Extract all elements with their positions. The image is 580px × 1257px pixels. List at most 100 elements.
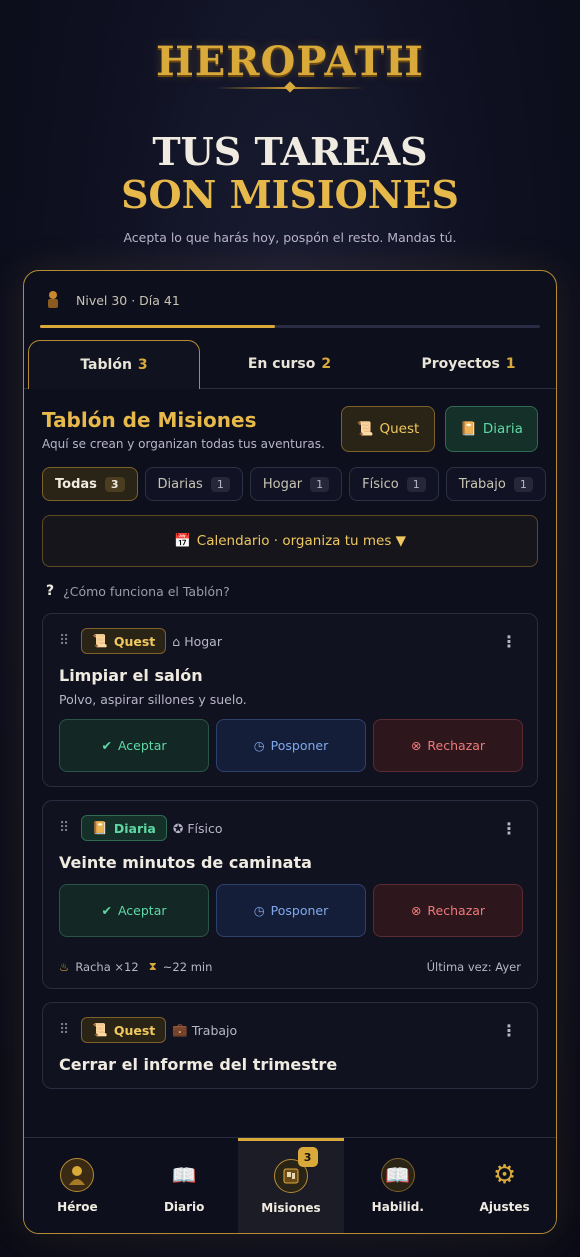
quest-tag: 📜 Quest — [81, 628, 167, 654]
accept-button[interactable]: ✔ Aceptar — [59, 884, 209, 937]
hourglass-icon: ⧗ — [148, 959, 157, 973]
missions-badge: 3 — [297, 1147, 318, 1167]
filter-chips: Todas 3 Diarias 1 Hogar 1 Físico 1 Trabajo 1 — [42, 467, 546, 501]
card-header: ⠿ 📜 Quest ⌂ Hogar — [59, 628, 222, 654]
filter-label: Todas — [55, 476, 97, 492]
filter-count: 1 — [513, 476, 533, 492]
tab-label: Tablón — [80, 357, 132, 373]
hero-title: TUS TAREAS SON MISIONES — [0, 130, 580, 216]
new-quest-button[interactable]: 📜 Quest — [341, 406, 435, 452]
bottom-nav: Héroe 📖 Diario 3 Misiones 📖 Habilid. ⚙ A… — [24, 1137, 556, 1233]
hero-subtitle: Acepta lo que harás hoy, pospón el resto… — [123, 230, 457, 245]
filter-count: 1 — [310, 476, 330, 492]
card-header: ⠿ 📜 Quest 💼 Trabajo — [59, 1017, 237, 1043]
drag-handle-icon[interactable]: ⠿ — [59, 820, 69, 836]
xp-progress-bar — [40, 325, 540, 328]
tag-label: Diaria — [113, 820, 156, 836]
hero-title-line2: SON MISIONES — [121, 172, 459, 217]
app-frame: Nivel 30 · Día 41 Tablón 3 En curso 2 Proy… — [23, 270, 557, 1234]
nav-heroe[interactable]: Héroe — [24, 1138, 131, 1233]
category: ⌂ Hogar — [172, 634, 222, 649]
status-row: Nivel 30 · Día 41 — [44, 289, 180, 311]
help-link[interactable]: ? ¿Cómo funciona el Tablón? — [46, 583, 230, 599]
calendar-label: Calendario · organiza tu mes ▼ — [196, 533, 407, 549]
calendar-icon: 📅 — [173, 533, 191, 549]
tab-proyectos[interactable]: Proyectos 1 — [379, 339, 556, 388]
book-icon: 📔 — [92, 820, 108, 835]
new-daily-button[interactable]: 📔 Diaria — [445, 406, 538, 452]
hero-avatar-icon — [44, 289, 62, 311]
skills-icon: 📖 — [380, 1157, 415, 1192]
nav-diario[interactable]: 📖 Diario — [131, 1138, 238, 1233]
filter-trabajo[interactable]: Trabajo 1 — [445, 467, 546, 501]
strength-icon: ✪ — [172, 820, 184, 836]
tab-label: En curso — [247, 355, 316, 372]
book-icon: 📔 — [460, 421, 477, 437]
category-label: Hogar — [184, 633, 222, 649]
accept-label: Aceptar — [117, 903, 167, 918]
board-subtitle: Aquí se crean y organizan todas tus aven… — [42, 437, 325, 451]
nav-label: Habilid. — [371, 1199, 424, 1214]
calendar-toggle[interactable]: 📅 Calendario · organiza tu mes ▼ — [42, 515, 538, 567]
level-text: Nivel 30 · Día 41 — [76, 292, 180, 308]
filter-hogar[interactable]: Hogar 1 — [249, 467, 343, 501]
scroll-icon: 📜 — [92, 633, 108, 648]
more-options-icon[interactable]: ⋮ — [501, 632, 517, 651]
logo-ornament — [215, 87, 365, 89]
card-header: ⠿ 📔 Diaria ✪ Físico — [59, 815, 222, 841]
category: 💼 Trabajo — [172, 1022, 237, 1038]
card-title: Limpiar el salón — [59, 666, 203, 685]
nav-label: Ajustes — [479, 1199, 530, 1214]
streak: Racha ×12 — [75, 959, 139, 974]
clock-icon: ◷ — [253, 738, 265, 753]
card-description: Polvo, aspirar sillones y suelo. — [59, 692, 247, 707]
hero-title-line1: TUS TAREAS — [152, 129, 428, 174]
reject-button[interactable]: ⊗ Rechazar — [373, 884, 523, 937]
tag-label: Quest — [113, 633, 156, 649]
filter-label: Diarias — [157, 476, 203, 492]
tab-bar: Tablón 3 En curso 2 Proyectos 1 — [24, 339, 556, 389]
postpone-button[interactable]: ◷ Posponer — [216, 719, 366, 772]
scroll-icon: 📜 — [92, 1022, 108, 1037]
mission-card: ⠿ 📜 Quest ⌂ Hogar ⋮ Limpiar el salón Polvo… — [42, 613, 538, 787]
logo-text: HEROPATH — [156, 38, 424, 85]
duration: ~22 min — [162, 959, 213, 974]
card-actions: ✔ Aceptar ◷ Posponer ⊗ Rechazar — [59, 884, 523, 937]
reject-label: Rechazar — [427, 903, 486, 918]
accept-button[interactable]: ✔ Aceptar — [59, 719, 209, 772]
tab-count: 3 — [137, 357, 148, 373]
nav-habilidades[interactable]: 📖 Habilid. — [344, 1138, 451, 1233]
category-label: Físico — [187, 820, 223, 836]
tab-en-curso[interactable]: En curso 2 — [200, 339, 379, 388]
check-icon: ✔ — [101, 738, 112, 753]
reject-label: Rechazar — [427, 738, 486, 753]
new-daily-label: Diaria — [482, 421, 523, 437]
tab-count: 2 — [321, 355, 332, 372]
briefcase-icon: 💼 — [172, 1022, 188, 1037]
more-options-icon[interactable]: ⋮ — [501, 1021, 517, 1040]
more-options-icon[interactable]: ⋮ — [501, 819, 517, 838]
help-label: ¿Cómo funciona el Tablón? — [63, 583, 230, 599]
drag-handle-icon[interactable]: ⠿ — [59, 633, 69, 649]
gear-icon: ⚙ — [492, 1159, 517, 1190]
nav-misiones[interactable]: 3 Misiones — [237, 1138, 345, 1233]
card-title: Veinte minutos de caminata — [59, 853, 312, 872]
xp-progress-fill — [40, 325, 275, 328]
postpone-button[interactable]: ◷ Posponer — [216, 884, 366, 937]
filter-fisico[interactable]: Físico 1 — [349, 467, 439, 501]
flame-icon: ♨ — [59, 959, 70, 974]
tab-count: 1 — [505, 355, 516, 372]
filter-diarias[interactable]: Diarias 1 — [144, 467, 243, 501]
quest-tag: 📜 Quest — [81, 1017, 167, 1043]
nav-label: Héroe — [57, 1199, 98, 1214]
daily-tag: 📔 Diaria — [81, 815, 167, 841]
filter-todas[interactable]: Todas 3 — [42, 467, 138, 501]
scroll-icon: 📜 — [356, 421, 374, 437]
tab-tablon[interactable]: Tablón 3 — [28, 340, 200, 389]
help-icon: ? — [46, 583, 55, 599]
nav-ajustes[interactable]: ⚙ Ajustes — [451, 1138, 556, 1233]
last-done: Última vez: Ayer — [426, 960, 521, 974]
reject-button[interactable]: ⊗ Rechazar — [373, 719, 523, 772]
drag-handle-icon[interactable]: ⠿ — [59, 1022, 69, 1038]
board-title: Tablón de Misiones — [42, 408, 257, 432]
